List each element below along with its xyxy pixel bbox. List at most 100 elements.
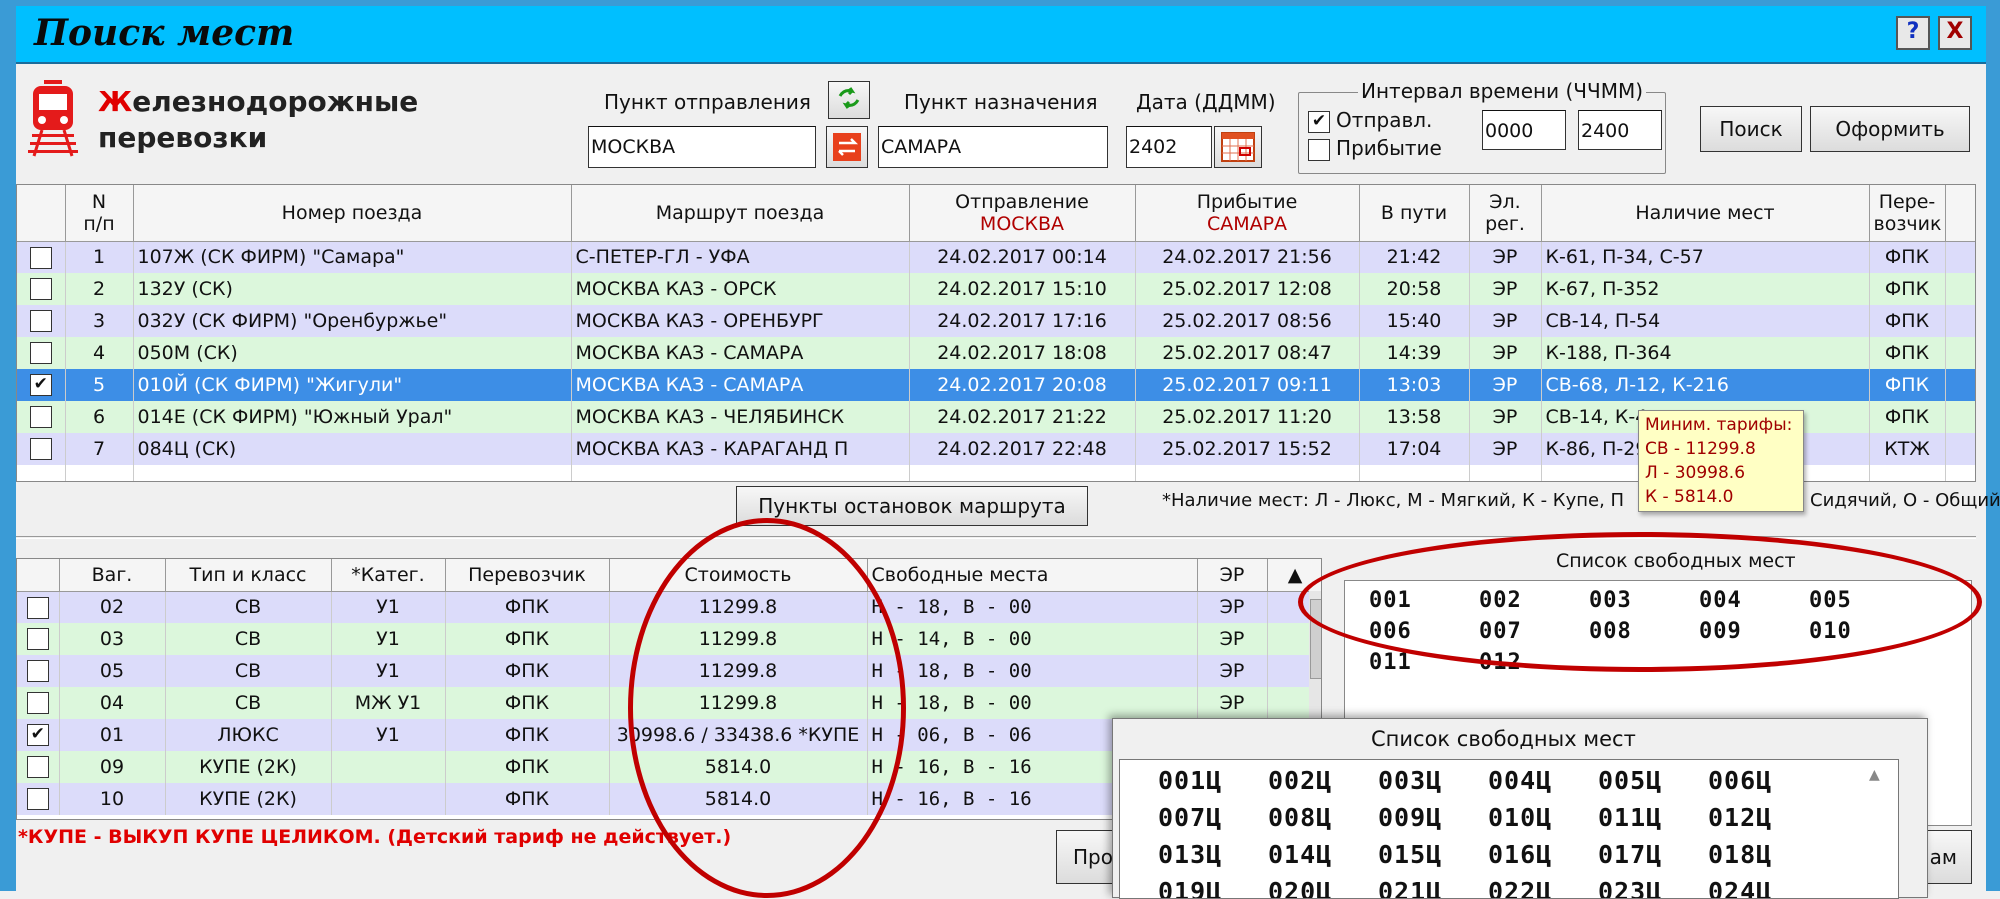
train-row-duration: 21:42 bbox=[1359, 241, 1470, 273]
seat-item[interactable]: 008Ц bbox=[1268, 799, 1378, 836]
seat-item[interactable]: 010Ц bbox=[1488, 799, 1598, 836]
seat-item[interactable]: 007Ц bbox=[1158, 799, 1268, 836]
seat-item[interactable]: 003Ц bbox=[1378, 762, 1488, 799]
arrive-checkbox[interactable] bbox=[1308, 138, 1330, 161]
seat-item[interactable]: 014Ц bbox=[1268, 836, 1378, 873]
car-checkbox[interactable] bbox=[26, 660, 49, 683]
train-row-duration: 15:40 bbox=[1359, 305, 1470, 337]
train-row-checkbox[interactable] bbox=[17, 273, 66, 305]
from-label: Пункт отправления bbox=[604, 90, 811, 114]
car-row-checkbox[interactable] bbox=[17, 623, 60, 655]
car-checkbox[interactable] bbox=[26, 628, 49, 651]
from-input[interactable]: МОСКВА bbox=[588, 126, 816, 168]
help-button[interactable]: ? bbox=[1896, 16, 1930, 50]
seat-item[interactable]: 022Ц bbox=[1488, 873, 1598, 898]
col-er: Эл. рег. bbox=[1469, 185, 1542, 242]
seat-item[interactable]: 019Ц bbox=[1158, 873, 1268, 898]
seat-item[interactable]: 018Ц bbox=[1708, 836, 1818, 873]
train-row-checkbox[interactable] bbox=[17, 305, 66, 337]
train-checkbox[interactable]: ✔ bbox=[29, 374, 52, 397]
train-checkbox[interactable] bbox=[29, 406, 52, 429]
car-row-checkbox[interactable] bbox=[17, 687, 60, 719]
free-seats-popup-list[interactable]: 001Ц 002Ц 003Ц 004Ц 005Ц 006Ц 007Ц 008Ц 009Ц 010Ц… bbox=[1119, 759, 1899, 899]
train-row-checkbox[interactable] bbox=[17, 337, 66, 369]
brand-line1: елезнодорожные bbox=[132, 85, 419, 118]
seat-item[interactable]: 004Ц bbox=[1488, 762, 1598, 799]
car-checkbox[interactable] bbox=[26, 692, 49, 715]
close-button[interactable]: X bbox=[1938, 16, 1972, 50]
car-row-type: СВ bbox=[165, 655, 332, 687]
seat-item[interactable]: 005Ц bbox=[1598, 762, 1708, 799]
arrive-checkbox-row[interactable]: Прибытие bbox=[1308, 136, 1442, 161]
train-row-depart: 24.02.2017 15:10 bbox=[909, 273, 1136, 305]
seat-item[interactable]: 013Ц bbox=[1158, 836, 1268, 873]
depart-checkbox-row[interactable]: ✔ Отправл. bbox=[1308, 108, 1432, 133]
price-highlight bbox=[628, 518, 906, 898]
seat-item[interactable]: 024Ц bbox=[1708, 873, 1818, 898]
train-row[interactable]: ✔ 5 010Й (СК ФИРМ) "Жигули" МОСКВА КАЗ - СА… bbox=[17, 369, 1975, 401]
train-checkbox[interactable] bbox=[29, 310, 52, 333]
to-input[interactable]: САМАРА bbox=[878, 126, 1108, 168]
cars-col-category: *Катег. bbox=[331, 559, 446, 592]
car-row-checkbox[interactable] bbox=[17, 591, 60, 623]
car-checkbox[interactable] bbox=[26, 596, 49, 619]
seat-item[interactable]: 016Ц bbox=[1488, 836, 1598, 873]
train-row-number: 050М (СК) bbox=[133, 337, 572, 369]
train-row-route: МОСКВА КАЗ - САМАРА bbox=[571, 369, 910, 401]
train-row-n: 4 bbox=[65, 337, 134, 369]
seat-item[interactable]: 009Ц bbox=[1378, 799, 1488, 836]
seat-item[interactable]: 002Ц bbox=[1268, 762, 1378, 799]
car-row-checkbox[interactable] bbox=[17, 783, 60, 815]
car-checkbox[interactable] bbox=[26, 788, 49, 811]
train-row-seats: СВ-68, Л-12, К-216 bbox=[1541, 369, 1870, 401]
col-er-l2: рег. bbox=[1485, 212, 1525, 235]
search-button[interactable]: Поиск bbox=[1700, 106, 1802, 152]
car-row-carrier: ФПК bbox=[445, 687, 610, 719]
seat-item[interactable]: 021Ц bbox=[1378, 873, 1488, 898]
train-checkbox[interactable] bbox=[29, 246, 52, 269]
train-row[interactable]: 1 107Ж (СК ФИРМ) "Самара" С-ПЕТЕР-ГЛ - УФА… bbox=[17, 241, 1975, 273]
train-row-n: 2 bbox=[65, 273, 134, 305]
train-row-checkbox[interactable]: ✔ bbox=[17, 369, 66, 401]
seat-item[interactable]: 015Ц bbox=[1378, 836, 1488, 873]
calendar-button[interactable] bbox=[1214, 126, 1262, 168]
seat-item[interactable]: 023Ц bbox=[1598, 873, 1708, 898]
train-row-checkbox[interactable] bbox=[17, 241, 66, 273]
seat-item[interactable]: 020Ц bbox=[1268, 873, 1378, 898]
time-to-input[interactable]: 2400 bbox=[1578, 110, 1662, 150]
time-from-input[interactable]: 0000 bbox=[1482, 110, 1566, 150]
car-row-number: 02 bbox=[59, 591, 166, 623]
train-row[interactable]: 4 050М (СК) МОСКВА КАЗ - САМАРА 24.02.2017 … bbox=[17, 337, 1975, 369]
train-row-seats: К-67, П-352 bbox=[1541, 273, 1870, 305]
seat-item[interactable]: 006Ц bbox=[1708, 762, 1818, 799]
train-row[interactable]: 2 132У (СК) МОСКВА КАЗ - ОРСК 24.02.2017 15… bbox=[17, 273, 1975, 305]
depart-checkbox[interactable]: ✔ bbox=[1308, 110, 1330, 133]
train-row-checkbox[interactable] bbox=[17, 401, 66, 433]
train-row-extra bbox=[1945, 337, 1975, 369]
train-row-checkbox[interactable] bbox=[17, 433, 66, 465]
car-checkbox[interactable]: ✔ bbox=[26, 724, 49, 747]
train-checkbox[interactable] bbox=[29, 278, 52, 301]
col-arrive-l1: Прибытие bbox=[1196, 190, 1298, 213]
car-row-carrier: ФПК bbox=[445, 783, 610, 815]
seat-item[interactable]: 001Ц bbox=[1158, 762, 1268, 799]
train-checkbox[interactable] bbox=[29, 438, 52, 461]
tooltip-title: Миним. тарифы: bbox=[1645, 415, 1793, 435]
seat-item[interactable]: 012Ц bbox=[1708, 799, 1818, 836]
train-row[interactable]: 3 032У (СК ФИРМ) "Оренбуржье" МОСКВА КАЗ -… bbox=[17, 305, 1975, 337]
swap-update-button[interactable] bbox=[828, 81, 870, 119]
order-button[interactable]: Оформить bbox=[1810, 106, 1970, 152]
train-checkbox[interactable] bbox=[29, 342, 52, 365]
col-depart: Отправление МОСКВА bbox=[909, 185, 1136, 242]
car-row-checkbox[interactable] bbox=[17, 655, 60, 687]
car-row-checkbox[interactable]: ✔ bbox=[17, 719, 60, 751]
seat-item[interactable]: 011Ц bbox=[1598, 799, 1708, 836]
seat-item[interactable]: 017Ц bbox=[1598, 836, 1708, 873]
free-seats-popup: Список свободных мест 001Ц 002Ц 003Ц 004Ц 00… bbox=[1112, 718, 1928, 899]
swap-stations-button[interactable] bbox=[826, 126, 868, 168]
car-row-type: ЛЮКС bbox=[165, 719, 332, 751]
car-checkbox[interactable] bbox=[26, 756, 49, 779]
car-row-checkbox[interactable] bbox=[17, 751, 60, 783]
date-input[interactable]: 2402 bbox=[1126, 126, 1212, 168]
popup-scroll-up-icon[interactable]: ▲ bbox=[1869, 767, 1880, 783]
